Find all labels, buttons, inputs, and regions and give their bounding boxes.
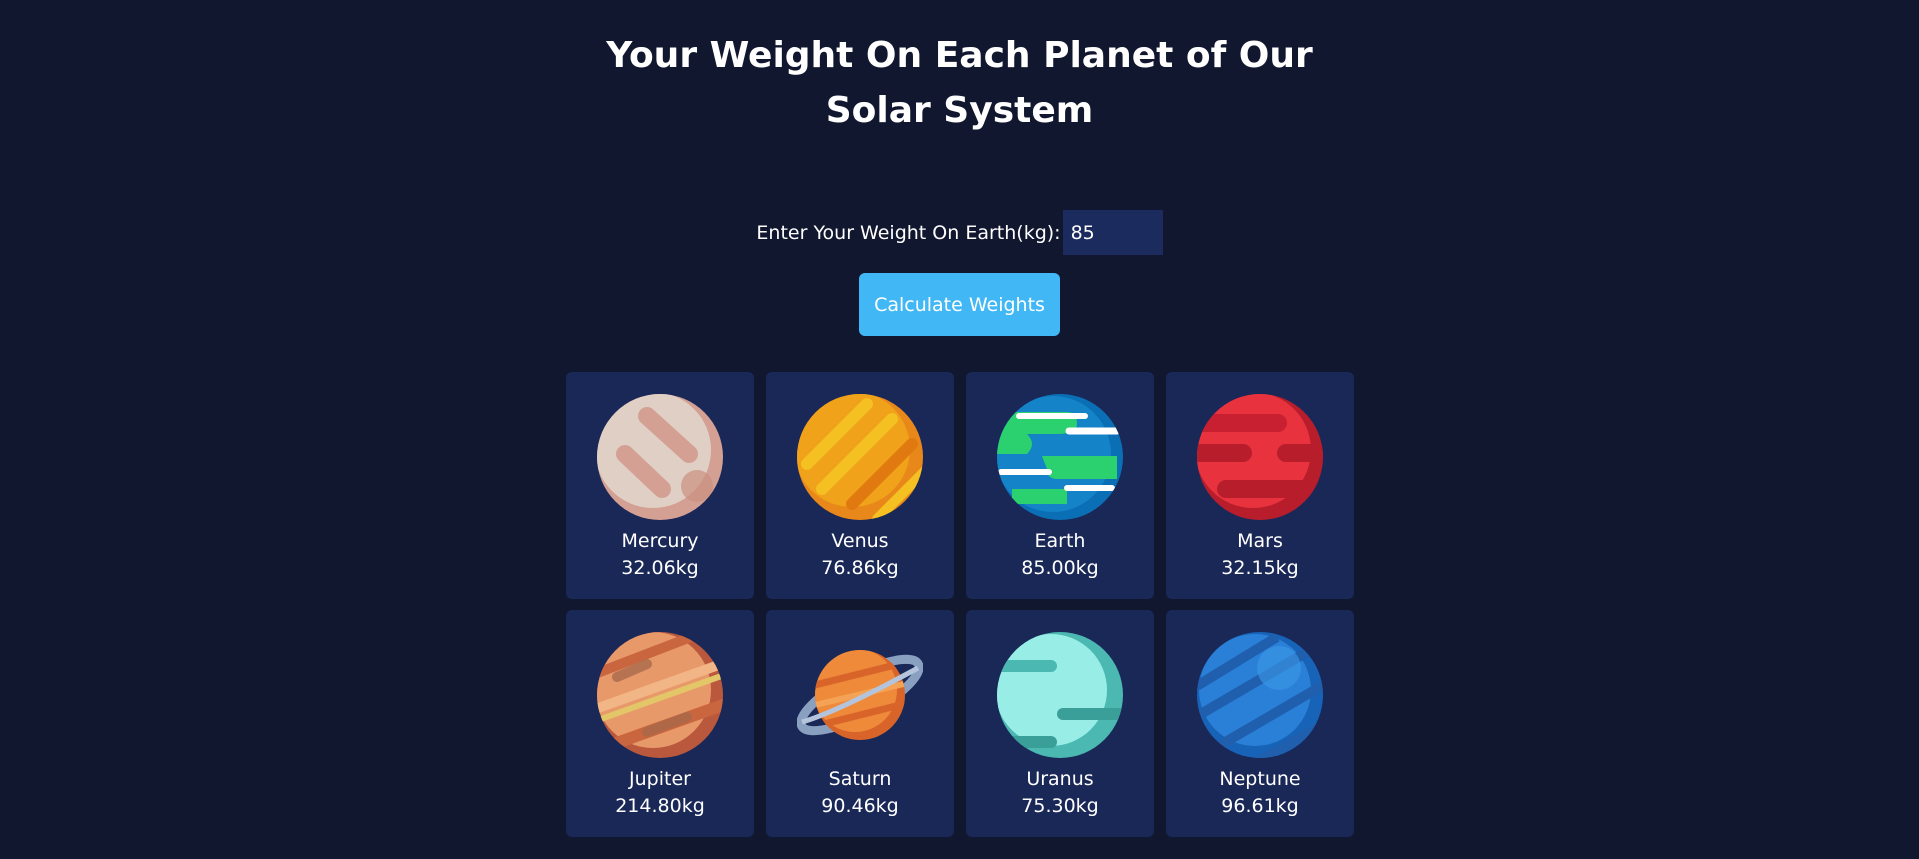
page-title: Your Weight On Each Planet of Our Solar …	[606, 35, 1313, 131]
uranus-icon	[997, 632, 1123, 758]
saturn-icon	[797, 650, 923, 740]
planet-name: Saturn	[828, 768, 892, 790]
planet-weight: 90.46kg	[821, 795, 899, 817]
planet-card-saturn: Saturn 90.46kg	[766, 610, 954, 837]
planet-weight: 32.15kg	[1221, 557, 1299, 579]
planet-weight: 85.00kg	[1021, 557, 1099, 579]
planet-card-neptune: Neptune 96.61kg	[1166, 610, 1354, 837]
weight-form: Enter Your Weight On Earth(kg):	[0, 210, 1919, 255]
planet-name: Neptune	[1219, 768, 1301, 790]
page: Your Weight On Each Planet of Our Solar …	[0, 0, 1919, 859]
planet-card-venus: Venus 76.86kg	[766, 372, 954, 599]
planet-weight: 214.80kg	[615, 795, 705, 817]
mercury-icon	[597, 394, 723, 520]
planet-card-mars: Mars 32.15kg	[1166, 372, 1354, 599]
planet-name: Earth	[1034, 530, 1086, 552]
earth-icon	[997, 394, 1123, 520]
button-wrap: Calculate Weights	[0, 273, 1919, 336]
planet-grid: Mercury 32.06kg Venus 76.86kg Earth 85.0…	[566, 372, 1354, 837]
planet-weight: 32.06kg	[621, 557, 699, 579]
planet-weight: 75.30kg	[1021, 795, 1099, 817]
venus-icon	[797, 394, 923, 520]
planet-name: Mars	[1237, 530, 1283, 552]
planet-weight: 96.61kg	[1221, 795, 1299, 817]
neptune-icon	[1197, 632, 1323, 758]
planet-name: Venus	[831, 530, 889, 552]
planet-name: Jupiter	[629, 768, 691, 790]
planet-name: Mercury	[621, 530, 699, 552]
planet-name: Uranus	[1026, 768, 1094, 790]
mars-icon	[1197, 394, 1323, 520]
planet-weight: 76.86kg	[821, 557, 899, 579]
planet-card-earth: Earth 85.00kg	[966, 372, 1154, 599]
planet-card-jupiter: Jupiter 214.80kg	[566, 610, 754, 837]
calculate-weights-button[interactable]: Calculate Weights	[859, 273, 1060, 336]
weight-input[interactable]	[1062, 210, 1163, 255]
jupiter-icon	[597, 632, 723, 758]
planet-card-mercury: Mercury 32.06kg	[566, 372, 754, 599]
weight-label: Enter Your Weight On Earth(kg):	[756, 221, 1061, 244]
planet-card-uranus: Uranus 75.30kg	[966, 610, 1154, 837]
